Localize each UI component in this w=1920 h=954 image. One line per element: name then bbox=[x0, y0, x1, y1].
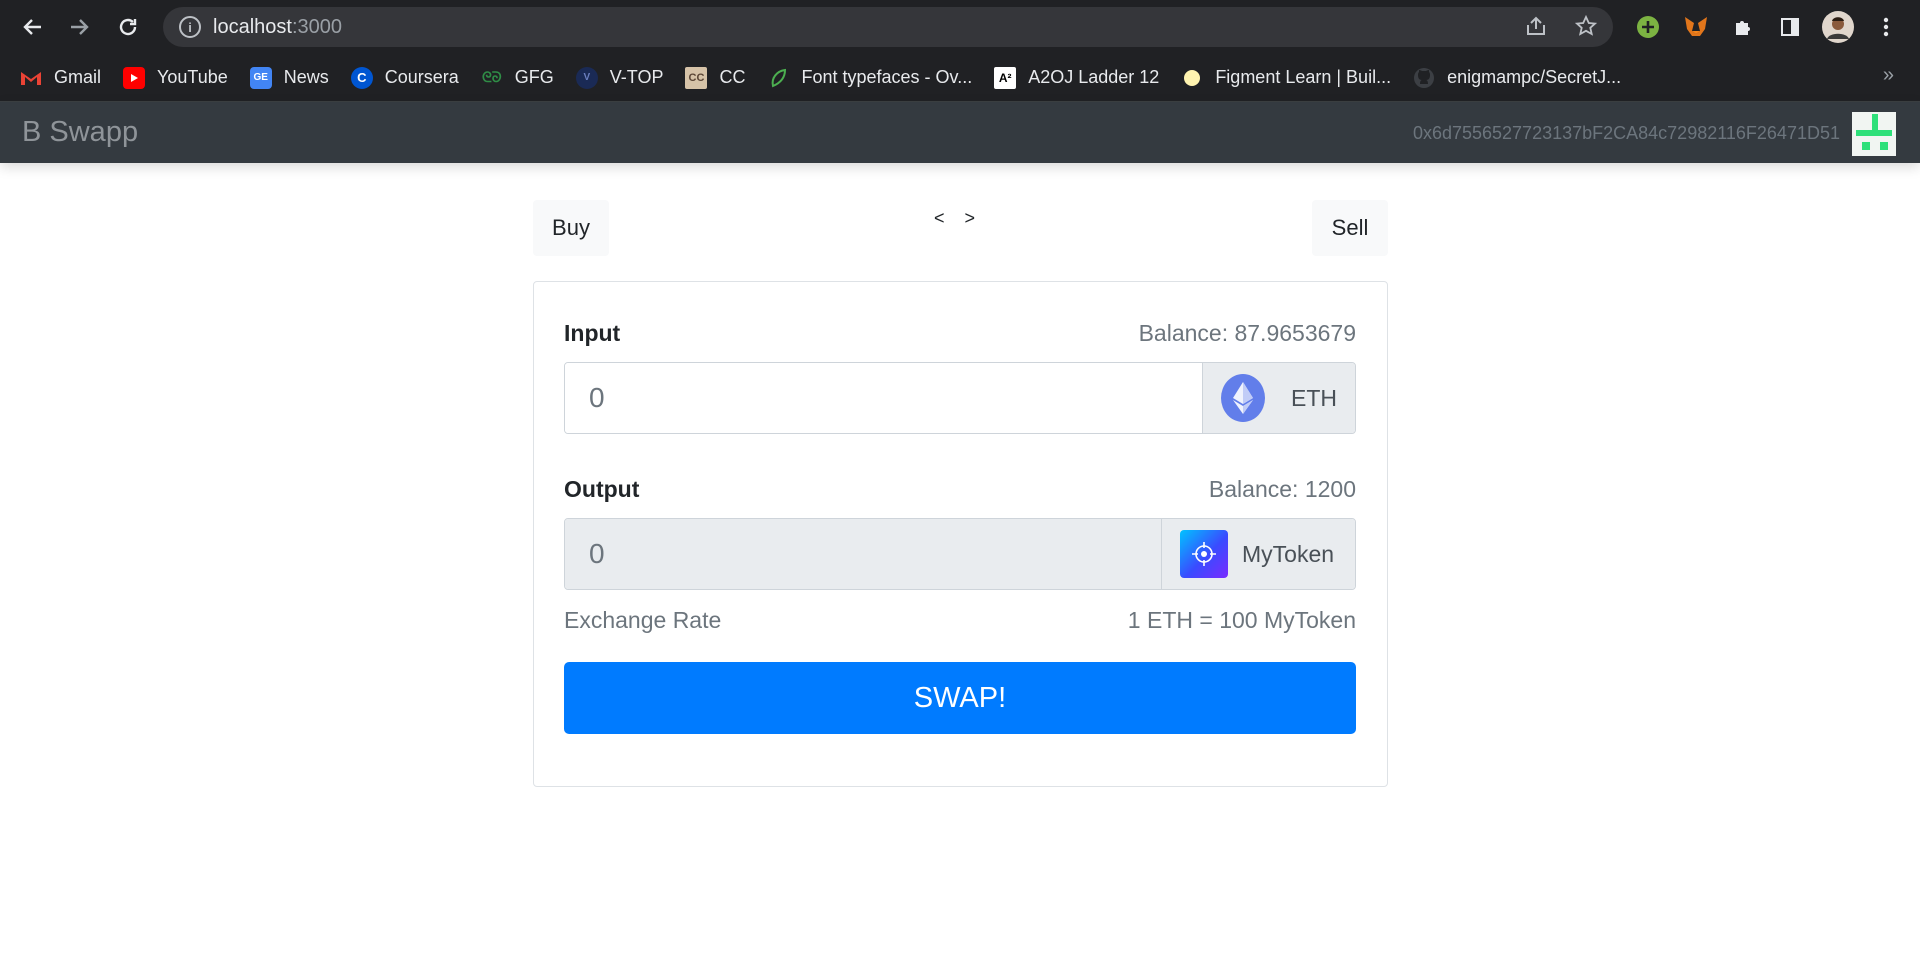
next-arrow[interactable]: > bbox=[965, 208, 976, 229]
bookmark-a2oj[interactable]: A² A2OJ Ladder 12 bbox=[994, 66, 1159, 89]
toggle-arrows: < > bbox=[934, 208, 975, 229]
bookmark-figment[interactable]: Figment Learn | Buil... bbox=[1181, 67, 1391, 89]
bookmark-gfg[interactable]: ᘓᘐ GFG bbox=[481, 67, 554, 89]
profile-avatar[interactable] bbox=[1822, 11, 1854, 43]
site-info-icon[interactable]: i bbox=[179, 16, 201, 38]
vtop-icon: V bbox=[575, 66, 598, 89]
a2oj-icon: A² bbox=[994, 66, 1017, 89]
share-icon[interactable] bbox=[1525, 15, 1547, 43]
extensions-puzzle-icon[interactable] bbox=[1728, 11, 1760, 43]
bookmark-github[interactable]: enigmampc/SecretJ... bbox=[1413, 67, 1621, 89]
figment-icon bbox=[1181, 67, 1203, 89]
browser-menu-icon[interactable] bbox=[1870, 11, 1902, 43]
reload-icon[interactable] bbox=[112, 11, 144, 43]
back-icon[interactable] bbox=[16, 11, 48, 43]
input-token-addon: ETH bbox=[1202, 363, 1355, 433]
input-balance: Balance: 87.9653679 bbox=[1138, 320, 1356, 346]
input-token-label: ETH bbox=[1291, 384, 1337, 411]
sell-button[interactable]: Sell bbox=[1312, 200, 1388, 256]
exchange-rate-label: Exchange Rate bbox=[564, 607, 722, 633]
github-icon bbox=[1413, 67, 1435, 89]
bookmarks-overflow-icon[interactable]: » bbox=[1883, 64, 1894, 87]
output-amount-field: 0 bbox=[565, 519, 1161, 589]
address-bar[interactable]: i localhost:3000 bbox=[163, 7, 1613, 47]
coursera-icon: C bbox=[350, 66, 373, 89]
output-label: Output bbox=[564, 476, 640, 502]
bookmarks-bar: Gmail YouTube GE News C Coursera ᘓᘐ GFG … bbox=[0, 54, 1920, 102]
leaf-icon bbox=[767, 67, 789, 89]
input-amount-field[interactable]: 0 bbox=[565, 363, 1202, 433]
account-identicon bbox=[1852, 112, 1896, 156]
bookmark-cc[interactable]: CC CC bbox=[685, 66, 745, 89]
browser-toolbar: i localhost:3000 bbox=[0, 0, 1920, 54]
swap-form: Input Balance: 87.9653679 0 ETH Output B… bbox=[533, 281, 1388, 787]
metamask-fox-icon[interactable] bbox=[1680, 11, 1712, 43]
bookmark-coursera[interactable]: C Coursera bbox=[350, 66, 459, 89]
gmail-icon bbox=[20, 67, 42, 89]
output-token-addon: MyToken bbox=[1161, 519, 1355, 589]
youtube-icon bbox=[123, 66, 146, 89]
bookmark-star-icon[interactable] bbox=[1574, 14, 1598, 43]
output-token-label: MyToken bbox=[1242, 540, 1335, 567]
google-news-icon: GE bbox=[249, 66, 272, 89]
eth-icon bbox=[1221, 374, 1265, 422]
prev-arrow[interactable]: < bbox=[934, 208, 945, 229]
buy-button[interactable]: Buy bbox=[533, 200, 609, 256]
forward-icon[interactable] bbox=[64, 11, 96, 43]
input-label: Input bbox=[564, 320, 621, 346]
bookmark-news[interactable]: GE News bbox=[249, 66, 329, 89]
gfg-icon: ᘓᘐ bbox=[481, 69, 502, 85]
bookmark-font-typefaces[interactable]: Font typefaces - Ov... bbox=[767, 67, 972, 89]
exchange-rate-value: 1 ETH = 100 MyToken bbox=[1127, 607, 1356, 633]
url-text: localhost:3000 bbox=[213, 15, 342, 38]
bookmark-vtop[interactable]: V V-TOP bbox=[575, 66, 663, 89]
app-navbar: B Swapp 0x6d7556527723137bF2CA84c7298211… bbox=[0, 102, 1920, 163]
codechef-icon: CC bbox=[685, 66, 708, 89]
account-address: 0x6d7556527723137bF2CA84c72982116F26471D… bbox=[1412, 123, 1840, 143]
input-amount-group: 0 ETH bbox=[564, 362, 1356, 434]
app-brand[interactable]: B Swapp bbox=[22, 116, 138, 149]
side-panel-icon[interactable] bbox=[1774, 11, 1806, 43]
swap-button[interactable]: SWAP! bbox=[564, 662, 1356, 734]
bookmark-gmail[interactable]: Gmail bbox=[20, 67, 101, 89]
mytoken-icon bbox=[1180, 530, 1228, 578]
extension-plus-icon[interactable] bbox=[1632, 11, 1664, 43]
output-amount-group: 0 MyToken bbox=[564, 518, 1356, 590]
bookmark-youtube[interactable]: YouTube bbox=[123, 66, 228, 89]
output-balance: Balance: 1200 bbox=[1208, 476, 1356, 502]
